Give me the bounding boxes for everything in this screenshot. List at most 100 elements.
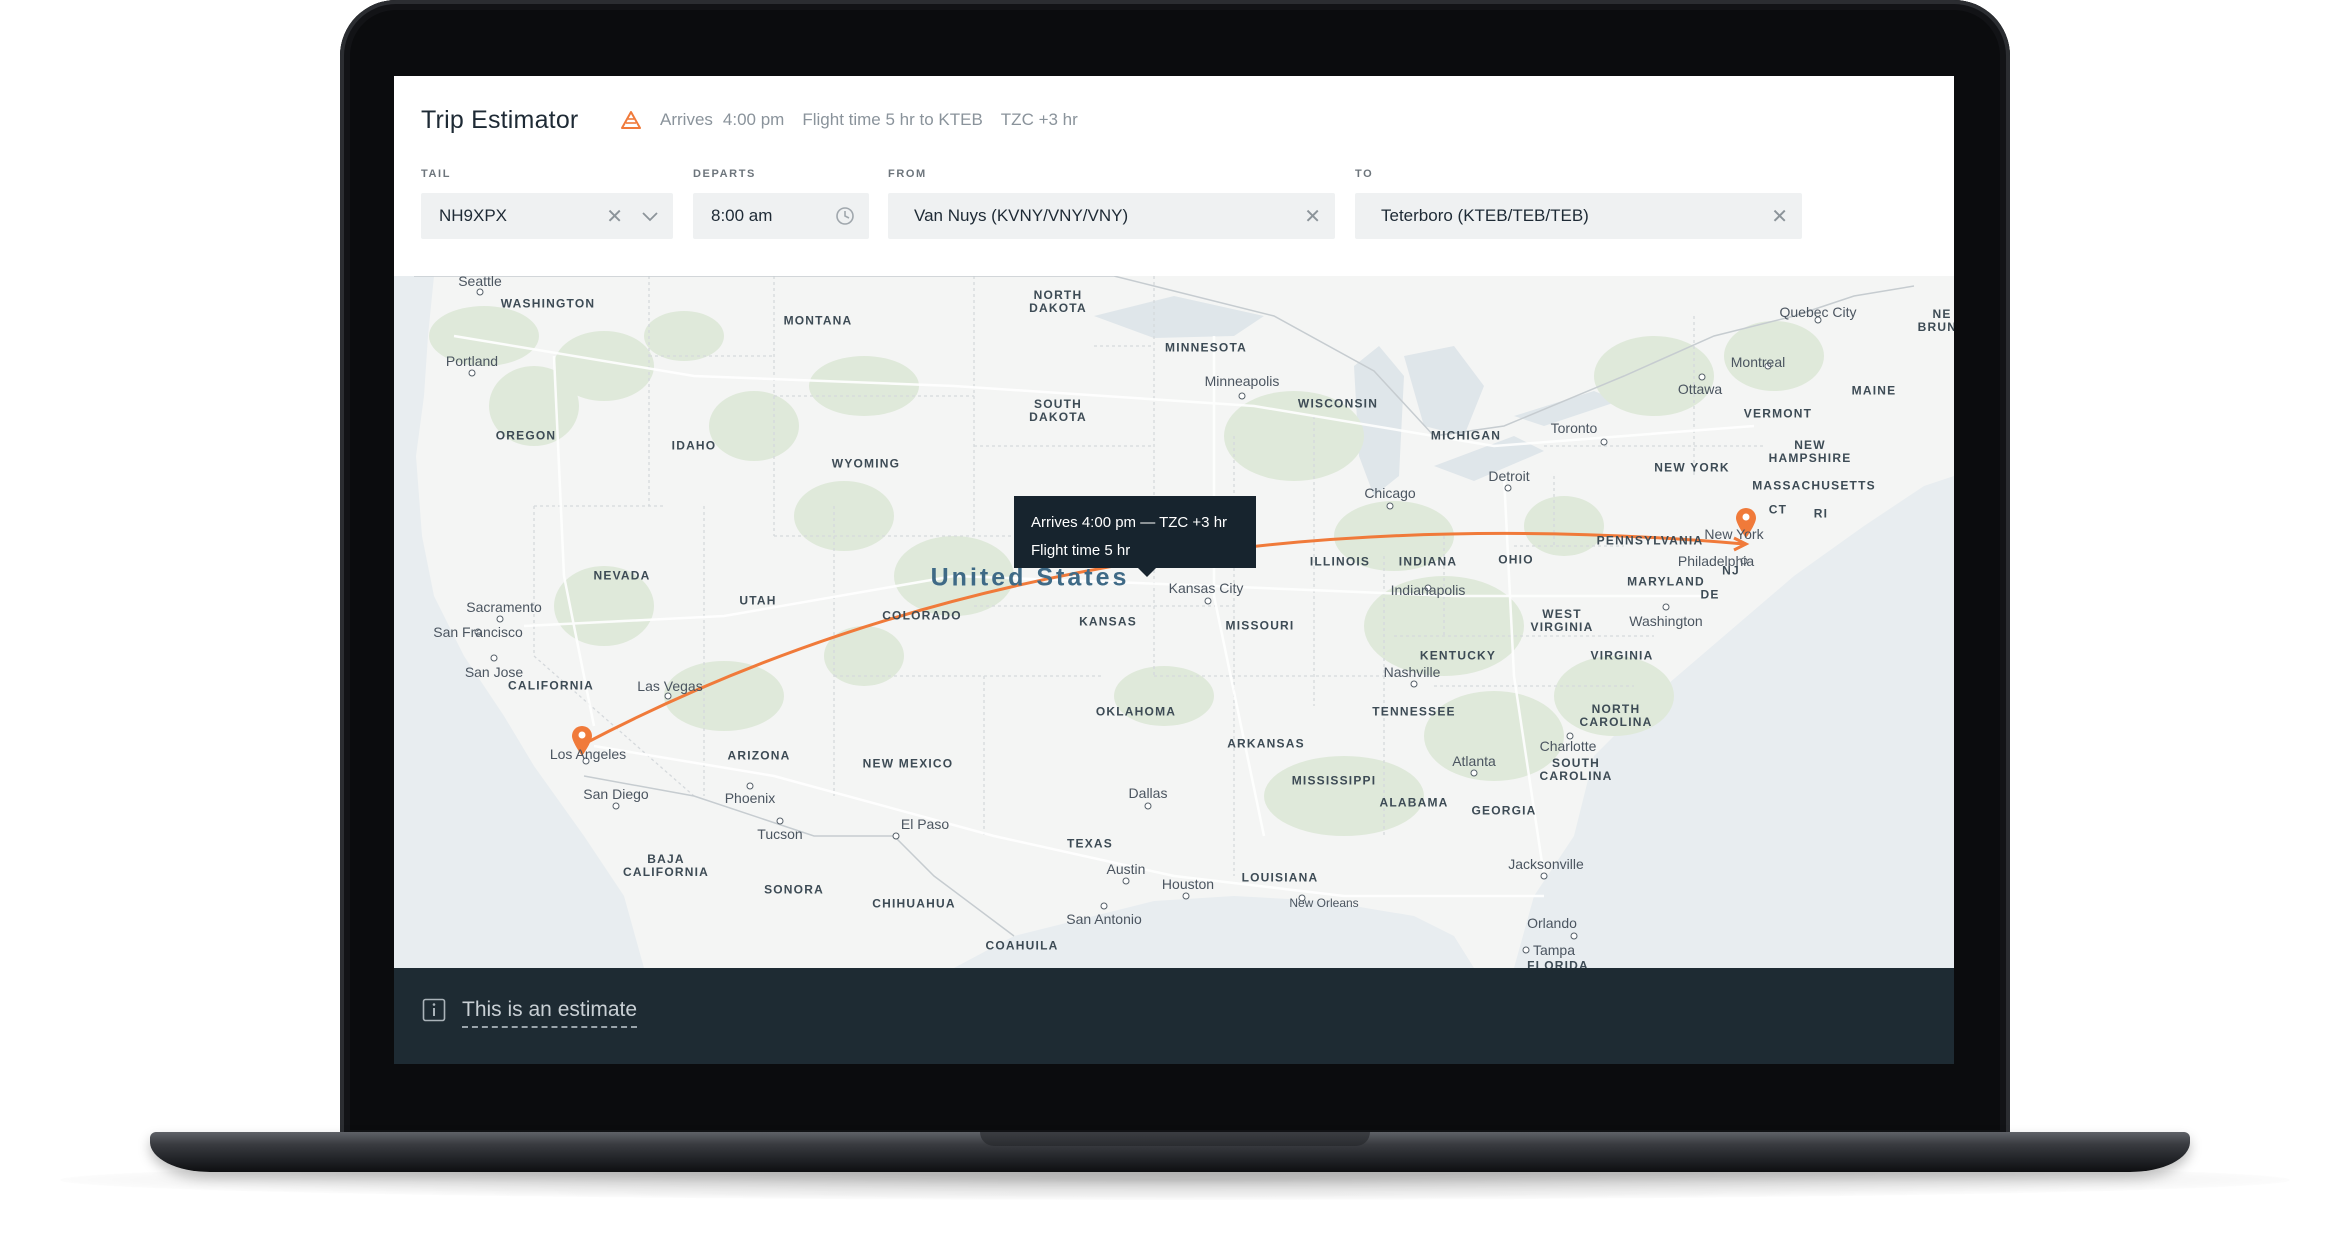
departs-time-input[interactable]: 8:00 am <box>693 193 869 239</box>
state-label-new-york: NEW YORK <box>1654 460 1730 475</box>
city-label-los-angeles: Los Angeles <box>549 746 627 762</box>
state-label-north-carolina: NORTH CAROLINA <box>1579 702 1653 729</box>
state-label-nevada: NEVADA <box>593 568 651 583</box>
from-label: FROM <box>888 168 927 180</box>
tail-select[interactable]: NH9XPX ✕ <box>421 193 673 239</box>
state-label-alabama: ALABAMA <box>1379 795 1449 810</box>
info-icon <box>422 998 446 1022</box>
state-label-florida: FLORIDA <box>1527 958 1589 968</box>
city-dot <box>1100 902 1108 910</box>
trip-summary: Arrives 4:00 pm Flight time 5 hr to KTEB… <box>620 110 1078 130</box>
to-clear-icon[interactable]: ✕ <box>1771 204 1788 229</box>
state-label-georgia: GEORGIA <box>1471 803 1537 818</box>
state-label-idaho: IDAHO <box>671 438 717 453</box>
city-label-san-francisco: San Francisco <box>433 624 523 640</box>
city-label-sacramento: Sacramento <box>466 599 542 615</box>
city-label-jacksonville: Jacksonville <box>1508 856 1584 872</box>
city-label-minneapolis: Minneapolis <box>1204 373 1280 389</box>
state-label-wyoming: WYOMING <box>831 456 901 471</box>
city-dot <box>490 654 498 662</box>
city-dot <box>1182 892 1190 900</box>
state-label-kansas: KANSAS <box>1079 614 1137 629</box>
state-label-missouri: MISSOURI <box>1225 618 1295 633</box>
city-dot <box>1522 946 1530 954</box>
state-label-colorado: COLORADO <box>882 608 962 623</box>
arrives-label: Arrives <box>660 110 713 129</box>
state-label-baja-california: BAJA CALIFORNIA <box>623 852 709 879</box>
tzc-summary: TZC +3 hr <box>1000 110 1078 129</box>
city-dot <box>496 615 504 623</box>
city-label-new-orleans: New Orleans <box>1289 896 1359 910</box>
tooltip-arrival: Arrives 4:00 pm — TZC +3 hr <box>1031 514 1228 531</box>
trip-estimator-header: Trip Estimator Arrives 4:00 pm Flight ti… <box>394 76 1954 276</box>
state-label-louisiana: LOUISIANA <box>1241 870 1319 885</box>
state-label-west-virginia: WEST VIRGINIA <box>1530 607 1594 634</box>
city-dot <box>746 782 754 790</box>
state-label-pennsylvania: PENNSYLVANIA <box>1596 533 1704 548</box>
arrival-summary: Arrives 4:00 pm <box>660 110 784 130</box>
city-dot <box>1570 932 1578 940</box>
laptop-hinge-notch <box>980 1132 1370 1146</box>
state-label-south-carolina: SOUTH CAROLINA <box>1539 756 1613 783</box>
state-label-virginia: VIRGINIA <box>1590 648 1654 663</box>
state-label-massachusetts: MASSACHUSETTS <box>1752 478 1876 493</box>
city-label-san-diego: San Diego <box>583 786 649 802</box>
city-dot <box>1204 597 1212 605</box>
city-label-chicago: Chicago <box>1364 485 1416 501</box>
state-label-new-hampshire: NEW HAMPSHIRE <box>1768 438 1852 465</box>
estimate-disclaimer-link[interactable]: This is an estimate <box>462 998 638 1028</box>
from-airport-input[interactable]: Van Nuys (KVNY/VNY/VNY) ✕ <box>888 193 1335 239</box>
state-label-ri: RI <box>1813 506 1829 521</box>
city-label-philadelphia: Philadelphia <box>1677 553 1755 569</box>
state-label-maine: MAINE <box>1851 383 1897 398</box>
tooltip-flight-time: Flight time 5 hr <box>1031 542 1131 559</box>
city-label-tucson: Tucson <box>757 826 803 842</box>
state-label-arizona: ARIZONA <box>727 748 791 763</box>
tail-clear-icon[interactable]: ✕ <box>606 204 623 229</box>
state-label-california: CALIFORNIA <box>508 678 594 693</box>
from-clear-icon[interactable]: ✕ <box>1304 204 1321 229</box>
state-label-utah: UTAH <box>739 593 777 608</box>
city-label-houston: Houston <box>1161 876 1215 892</box>
city-label-austin: Austin <box>1106 861 1146 877</box>
state-label-de: DE <box>1700 587 1720 602</box>
estimate-footer: This is an estimate <box>394 968 1954 1064</box>
city-dot <box>1144 802 1152 810</box>
city-dot <box>776 817 784 825</box>
state-label-ohio: OHIO <box>1498 552 1534 567</box>
state-label-oklahoma: OKLAHOMA <box>1095 704 1177 719</box>
state-label-ct: CT <box>1768 502 1788 517</box>
city-label-washington: Washington <box>1629 613 1703 629</box>
city-label-phoenix: Phoenix <box>724 790 776 806</box>
city-label-toronto: Toronto <box>1550 420 1598 436</box>
clock-icon[interactable] <box>835 206 855 226</box>
route-map[interactable]: WASHINGTON OREGON IDAHO MONTANA WYOMING … <box>394 276 1954 968</box>
state-label-new-brunswick: NE BRUNS <box>1917 307 1954 334</box>
to-airport-input[interactable]: Teterboro (KTEB/TEB/TEB) ✕ <box>1355 193 1802 239</box>
city-label-detroit: Detroit <box>1488 468 1530 484</box>
state-label-wisconsin: WISCONSIN <box>1297 396 1379 411</box>
city-label-tampa: Tampa <box>1532 942 1576 958</box>
state-label-texas: TEXAS <box>1066 836 1114 851</box>
city-label-charlotte: Charlotte <box>1539 738 1597 754</box>
state-label-maryland: MARYLAND <box>1627 574 1705 589</box>
city-label-kansas-city: Kansas City <box>1168 580 1244 596</box>
departs-label: DEPARTS <box>693 168 756 180</box>
state-label-mississippi: MISSISSIPPI <box>1291 773 1377 788</box>
city-dot <box>1698 373 1706 381</box>
arrives-time: 4:00 pm <box>722 110 785 129</box>
city-dot <box>1122 877 1130 885</box>
city-dot <box>892 832 900 840</box>
city-label-san-antonio: San Antonio <box>1066 911 1142 927</box>
city-label-las-vegas: Las Vegas <box>637 678 703 694</box>
city-dot <box>1410 680 1418 688</box>
state-label-michigan: MICHIGAN <box>1430 428 1502 443</box>
state-label-south-dakota: SOUTH DAKOTA <box>1029 397 1087 424</box>
city-label-portland: Portland <box>445 353 499 369</box>
state-label-sonora: SONORA <box>764 882 824 897</box>
state-label-illinois: ILLINOIS <box>1309 554 1371 569</box>
city-dot <box>1386 502 1394 510</box>
state-label-tennessee: TENNESSEE <box>1372 704 1456 719</box>
chevron-down-icon[interactable] <box>641 210 659 222</box>
state-label-vermont: VERMONT <box>1743 406 1813 421</box>
